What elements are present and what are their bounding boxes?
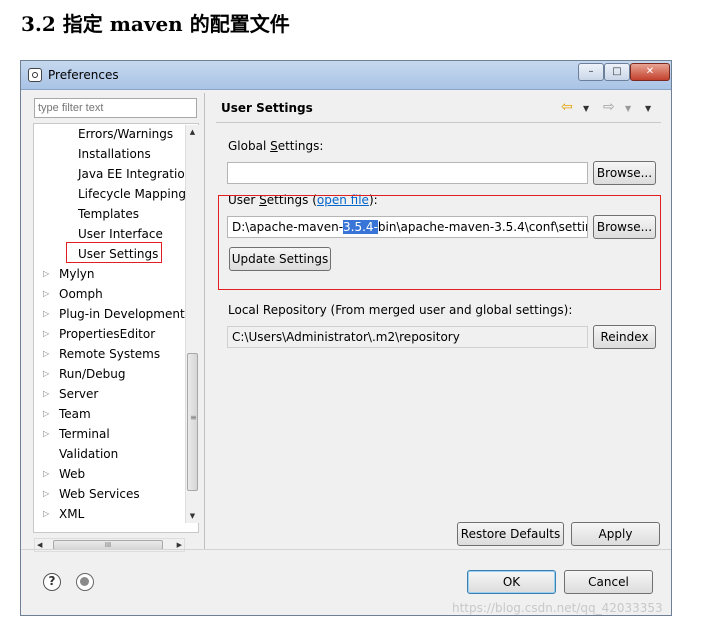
tree-item-oomph[interactable]: Oomph	[59, 284, 103, 304]
local-repository-label: Local Repository (From merged user and g…	[228, 303, 573, 317]
reindex-button[interactable]: Reindex	[593, 325, 656, 349]
global-settings-field[interactable]	[227, 162, 588, 184]
local-repository-field: C:\Users\Administrator\.m2\repository	[227, 326, 588, 348]
expand-arrow-icon[interactable]: ▷	[43, 424, 53, 444]
expand-arrow-icon[interactable]: ▷	[43, 504, 53, 524]
tree-item-plugin-development[interactable]: Plug-in Development	[59, 304, 185, 324]
ok-button[interactable]: OK	[467, 570, 556, 594]
tree-item-properties-editor[interactable]: PropertiesEditor	[59, 324, 155, 344]
tree-item-server[interactable]: Server	[59, 384, 98, 404]
tree-item-templates[interactable]: Templates	[78, 204, 139, 224]
cancel-button[interactable]: Cancel	[564, 570, 653, 594]
scroll-up-arrow-icon[interactable]: ▲	[186, 125, 199, 139]
filter-input[interactable]	[34, 98, 197, 118]
close-button[interactable]: ✕	[630, 63, 670, 81]
user-settings-highlight-box	[218, 195, 661, 290]
tree-item-run-debug[interactable]: Run/Debug	[59, 364, 126, 384]
header-separator	[216, 122, 661, 123]
minimize-button[interactable]: –	[578, 63, 604, 81]
tree-item-mylyn[interactable]: Mylyn	[59, 264, 95, 284]
page-title: User Settings	[221, 101, 313, 115]
forward-dropdown-icon[interactable]: ▼	[625, 104, 631, 113]
global-browse-button[interactable]: Browse...	[593, 161, 656, 185]
tree-item-installations[interactable]: Installations	[78, 144, 151, 164]
expand-arrow-icon[interactable]: ▷	[43, 404, 53, 424]
title-bar[interactable]: Preferences – □ ✕	[21, 61, 671, 90]
expand-arrow-icon[interactable]: ▷	[43, 304, 53, 324]
expand-arrow-icon[interactable]: ▷	[43, 364, 53, 384]
preferences-tree: Errors/Warnings Installations Java EE In…	[33, 123, 199, 533]
expand-arrow-icon[interactable]: ▷	[43, 464, 53, 484]
forward-arrow-icon[interactable]: ⇨	[603, 99, 615, 115]
back-arrow-icon[interactable]: ⇦	[561, 99, 573, 115]
global-settings-label: Global Settings:	[228, 139, 324, 153]
restore-defaults-button[interactable]: Restore Defaults	[457, 522, 564, 546]
back-dropdown-icon[interactable]: ▼	[583, 104, 589, 113]
page-heading: 3.2 指定 maven 的配置文件	[21, 12, 290, 36]
expand-arrow-icon[interactable]: ▷	[43, 344, 53, 364]
expand-arrow-icon[interactable]: ▷	[43, 384, 53, 404]
window-title: Preferences	[48, 68, 119, 82]
record-icon[interactable]	[76, 573, 94, 591]
footer-separator	[21, 549, 671, 550]
view-menu-icon[interactable]: ▼	[645, 104, 651, 113]
tree-item-terminal[interactable]: Terminal	[59, 424, 110, 444]
eclipse-app-icon	[28, 68, 42, 82]
expand-arrow-icon[interactable]: ▷	[43, 484, 53, 504]
panel-divider[interactable]	[204, 93, 205, 549]
user-settings-highlight	[66, 242, 162, 263]
tree-item-remote-systems[interactable]: Remote Systems	[59, 344, 160, 364]
tree-item-web-services[interactable]: Web Services	[59, 484, 140, 504]
tree-item-validation[interactable]: Validation	[59, 444, 118, 464]
tree-item-web[interactable]: Web	[59, 464, 85, 484]
tree-item-java-ee-integration[interactable]: Java EE Integratio	[78, 164, 185, 184]
scroll-thumb[interactable]: ≡	[187, 353, 198, 491]
expand-arrow-icon[interactable]: ▷	[43, 264, 53, 284]
tree-vertical-scrollbar[interactable]: ▲ ≡ ▼	[185, 125, 199, 523]
tree-item-user-interface[interactable]: User Interface	[78, 224, 163, 244]
help-icon[interactable]: ?	[43, 573, 61, 591]
apply-button[interactable]: Apply	[571, 522, 660, 546]
grip-icon: ≡	[190, 413, 197, 422]
scroll-down-arrow-icon[interactable]: ▼	[186, 509, 199, 523]
expand-arrow-icon[interactable]: ▷	[43, 324, 53, 344]
maximize-button[interactable]: □	[604, 63, 630, 81]
tree-item-xml[interactable]: XML	[59, 504, 84, 524]
tree-item-lifecycle-mapping[interactable]: Lifecycle Mapping	[78, 184, 186, 204]
tree-item-errors-warnings[interactable]: Errors/Warnings	[78, 124, 173, 144]
watermark: https://blog.csdn.net/qq_42033353	[452, 601, 663, 615]
expand-arrow-icon[interactable]: ▷	[43, 284, 53, 304]
tree-item-team[interactable]: Team	[59, 404, 91, 424]
preferences-window: Preferences – □ ✕ Errors/Warnings Instal…	[20, 60, 672, 616]
